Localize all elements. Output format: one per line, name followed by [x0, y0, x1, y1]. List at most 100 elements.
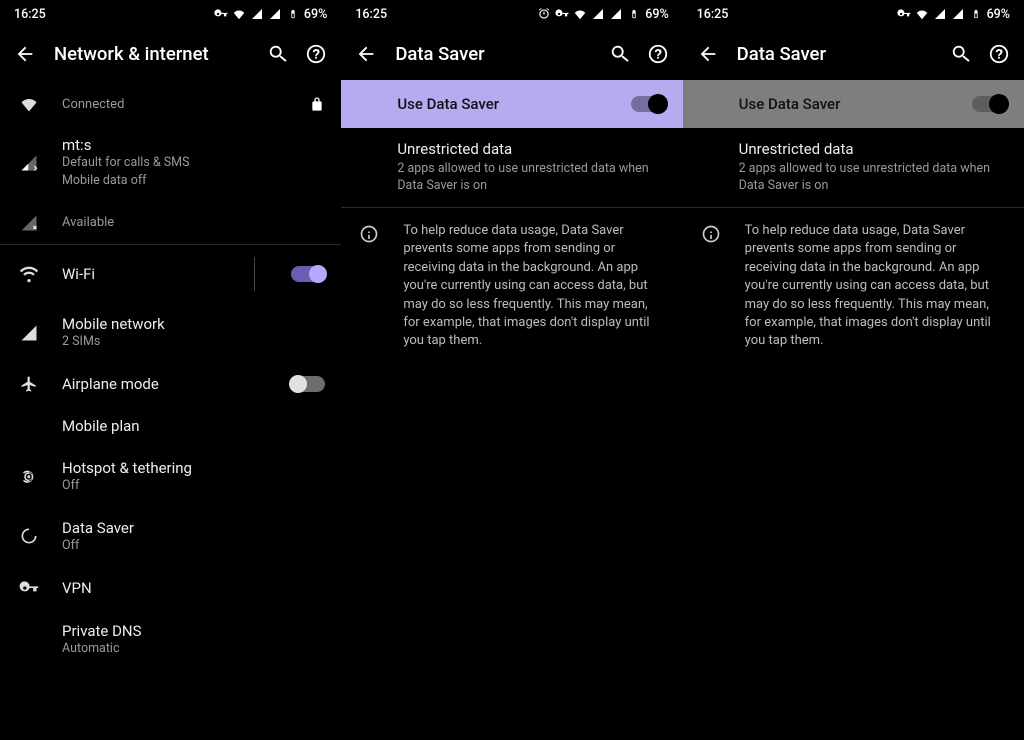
- settings-list: Connected mt:s Default for calls & SMS M…: [0, 80, 341, 740]
- panel-data-saver-dim: 16:25 69% Data Saver Use Data Saver Unre…: [683, 0, 1024, 740]
- page-title: Network & internet: [54, 43, 249, 65]
- hotspot-label: Hotspot & tethering: [62, 459, 325, 477]
- panel-network-internet: 16:25 69% Network & internet Connected m…: [0, 0, 341, 740]
- wifi-icon: [915, 7, 929, 21]
- vpn-key-icon: [214, 7, 228, 21]
- help-icon[interactable]: [647, 43, 669, 65]
- status-bar: 16:25 69%: [683, 0, 1024, 28]
- use-data-saver-label: Use Data Saver: [739, 95, 841, 113]
- use-data-saver-toggle[interactable]: [631, 96, 665, 112]
- status-icons: 69%: [897, 7, 1010, 22]
- unrestricted-sub: 2 apps allowed to use unrestricted data …: [739, 161, 1006, 195]
- wifi-label: Wi-Fi: [62, 265, 232, 283]
- info-icon: [701, 222, 723, 351]
- signal-low-icon: [18, 154, 40, 172]
- wifi-connected-row[interactable]: Connected: [0, 80, 341, 124]
- sim2-row[interactable]: Available: [0, 202, 341, 244]
- info-text: To help reduce data usage, Data Saver pr…: [403, 222, 664, 351]
- alarm-icon: [537, 7, 551, 21]
- status-bar: 16:25 69%: [341, 0, 682, 28]
- info-text: To help reduce data usage, Data Saver pr…: [745, 222, 1006, 351]
- wifi-icon: [18, 94, 40, 114]
- battery-icon: [286, 7, 300, 21]
- battery-percent: 69%: [304, 7, 327, 22]
- lock-icon: [309, 96, 325, 112]
- help-icon[interactable]: [305, 43, 327, 65]
- hotspot-row[interactable]: Hotspot & tethering Off: [0, 447, 341, 507]
- mobile-network-label: Mobile network: [62, 315, 325, 333]
- data-saver-label: Data Saver: [62, 519, 325, 537]
- back-icon[interactable]: [355, 43, 377, 65]
- vpn-label: VPN: [62, 579, 325, 597]
- unrestricted-sub: 2 apps allowed to use unrestricted data …: [397, 161, 664, 195]
- mobile-plan-label: Mobile plan: [62, 417, 325, 435]
- mobile-plan-row[interactable]: Mobile plan: [0, 405, 341, 447]
- wifi-row[interactable]: Wi-Fi: [0, 245, 341, 303]
- signal-icon: [933, 7, 947, 21]
- vpn-key-icon: [897, 7, 911, 21]
- wifi-toggle[interactable]: [291, 266, 325, 282]
- private-dns-row[interactable]: Private DNS Automatic: [0, 610, 341, 670]
- unrestricted-data-row[interactable]: Unrestricted data 2 apps allowed to use …: [683, 128, 1024, 207]
- data-saver-row[interactable]: Data Saver Off: [0, 507, 341, 567]
- back-icon[interactable]: [697, 43, 719, 65]
- sim1-sub2: Mobile data off: [62, 173, 325, 190]
- use-data-saver-toggle-row[interactable]: Use Data Saver: [683, 80, 1024, 128]
- hotspot-sub: Off: [62, 478, 325, 495]
- battery-icon: [969, 7, 983, 21]
- airplane-label: Airplane mode: [62, 375, 269, 393]
- panel-data-saver-highlighted: 16:25 69% Data Saver Use Data Saver Unre…: [341, 0, 682, 740]
- data-saver-icon: [18, 526, 40, 546]
- hotspot-icon: [18, 467, 40, 487]
- vpn-key-icon: [555, 7, 569, 21]
- sim2-available-label: Available: [62, 215, 325, 230]
- vpn-key-icon: [18, 578, 40, 598]
- status-time: 16:25: [355, 7, 387, 22]
- airplane-toggle[interactable]: [291, 376, 325, 392]
- search-icon[interactable]: [950, 43, 972, 65]
- mobile-network-row[interactable]: Mobile network 2 SIMs: [0, 303, 341, 363]
- mobile-network-sub: 2 SIMs: [62, 334, 325, 351]
- status-icons: 69%: [537, 7, 668, 22]
- page-title: Data Saver: [737, 43, 932, 65]
- info-icon: [359, 222, 381, 351]
- vpn-row[interactable]: VPN: [0, 566, 341, 610]
- sim1-sub1: Default for calls & SMS: [62, 155, 325, 172]
- data-saver-sub: Off: [62, 538, 325, 555]
- status-bar: 16:25 69%: [0, 0, 341, 28]
- battery-icon: [627, 7, 641, 21]
- app-bar: Network & internet: [0, 28, 341, 80]
- app-bar: Data Saver: [341, 28, 682, 80]
- wifi-icon: [573, 7, 587, 21]
- unrestricted-title: Unrestricted data: [397, 140, 664, 158]
- info-block: To help reduce data usage, Data Saver pr…: [683, 207, 1024, 365]
- wifi-connected-label: Connected: [62, 97, 287, 112]
- status-icons: 69%: [214, 7, 327, 22]
- help-icon[interactable]: [988, 43, 1010, 65]
- status-time: 16:25: [697, 7, 729, 22]
- airplane-row[interactable]: Airplane mode: [0, 363, 341, 405]
- sim1-title: mt:s: [62, 136, 325, 154]
- signal-icon: [591, 7, 605, 21]
- page-title: Data Saver: [395, 43, 590, 65]
- private-dns-label: Private DNS: [62, 622, 325, 640]
- signal-icon: [250, 7, 264, 21]
- signal-icon-2: [951, 7, 965, 21]
- sim1-row[interactable]: mt:s Default for calls & SMS Mobile data…: [0, 124, 341, 202]
- signal-icon-2: [268, 7, 282, 21]
- use-data-saver-toggle-row[interactable]: Use Data Saver: [341, 80, 682, 128]
- search-icon[interactable]: [609, 43, 631, 65]
- airplane-icon: [18, 375, 40, 393]
- wifi-icon: [18, 264, 40, 284]
- private-dns-sub: Automatic: [62, 641, 325, 658]
- use-data-saver-label: Use Data Saver: [397, 95, 499, 113]
- battery-percent: 69%: [645, 7, 668, 22]
- status-time: 16:25: [14, 7, 46, 22]
- use-data-saver-toggle[interactable]: [972, 96, 1006, 112]
- unrestricted-data-row[interactable]: Unrestricted data 2 apps allowed to use …: [341, 128, 682, 207]
- signal-x-icon: [18, 214, 40, 232]
- search-icon[interactable]: [267, 43, 289, 65]
- battery-percent: 69%: [987, 7, 1010, 22]
- wifi-icon: [232, 7, 246, 21]
- back-icon[interactable]: [14, 43, 36, 65]
